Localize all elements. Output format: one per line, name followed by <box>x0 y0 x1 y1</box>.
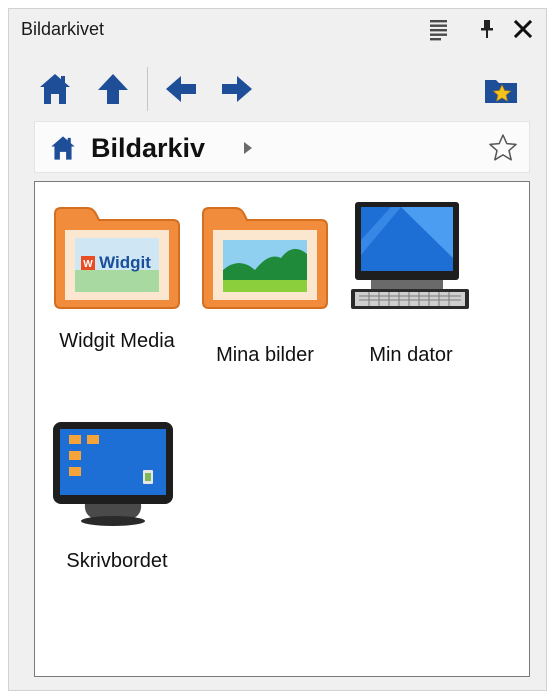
image-archive-panel: Bildarkivet Bildarkiv W Widgit Widgit Me… <box>8 8 547 691</box>
archive-content: W Widgit Widgit Media Mina bilder Min da… <box>34 181 530 677</box>
forward-arrow-icon[interactable] <box>219 71 255 107</box>
svg-text:W: W <box>83 259 93 270</box>
favorite-folder-icon[interactable] <box>483 71 519 107</box>
list-menu-icon[interactable] <box>425 15 453 43</box>
panel-titlebar: Bildarkivet <box>9 9 546 49</box>
desktop-icon <box>47 418 187 533</box>
back-arrow-icon[interactable] <box>163 71 199 107</box>
close-icon[interactable] <box>509 15 537 43</box>
widgit-logo-text: Widgit <box>99 253 151 272</box>
home-icon[interactable] <box>37 71 73 107</box>
item-label: Skrivbordet <box>66 550 168 572</box>
item-label: Widgit Media <box>59 330 175 352</box>
item-label: Min dator <box>369 344 453 366</box>
star-outline-icon[interactable] <box>487 132 519 164</box>
panel-title: Bildarkivet <box>21 19 105 39</box>
widgit-folder-icon: W Widgit <box>47 200 187 315</box>
home-icon[interactable] <box>49 134 77 162</box>
breadcrumb: Bildarkiv <box>34 121 530 173</box>
breadcrumb-location[interactable]: Bildarkiv <box>91 133 205 164</box>
item-label: Mina bilder <box>216 344 314 366</box>
navigation-toolbar <box>9 57 546 117</box>
picture-folder-icon <box>195 200 335 315</box>
computer-icon <box>341 200 481 315</box>
up-arrow-icon[interactable] <box>95 71 131 107</box>
chevron-right-icon[interactable] <box>241 140 255 156</box>
pin-icon[interactable] <box>473 15 501 43</box>
toolbar-separator <box>147 67 148 111</box>
